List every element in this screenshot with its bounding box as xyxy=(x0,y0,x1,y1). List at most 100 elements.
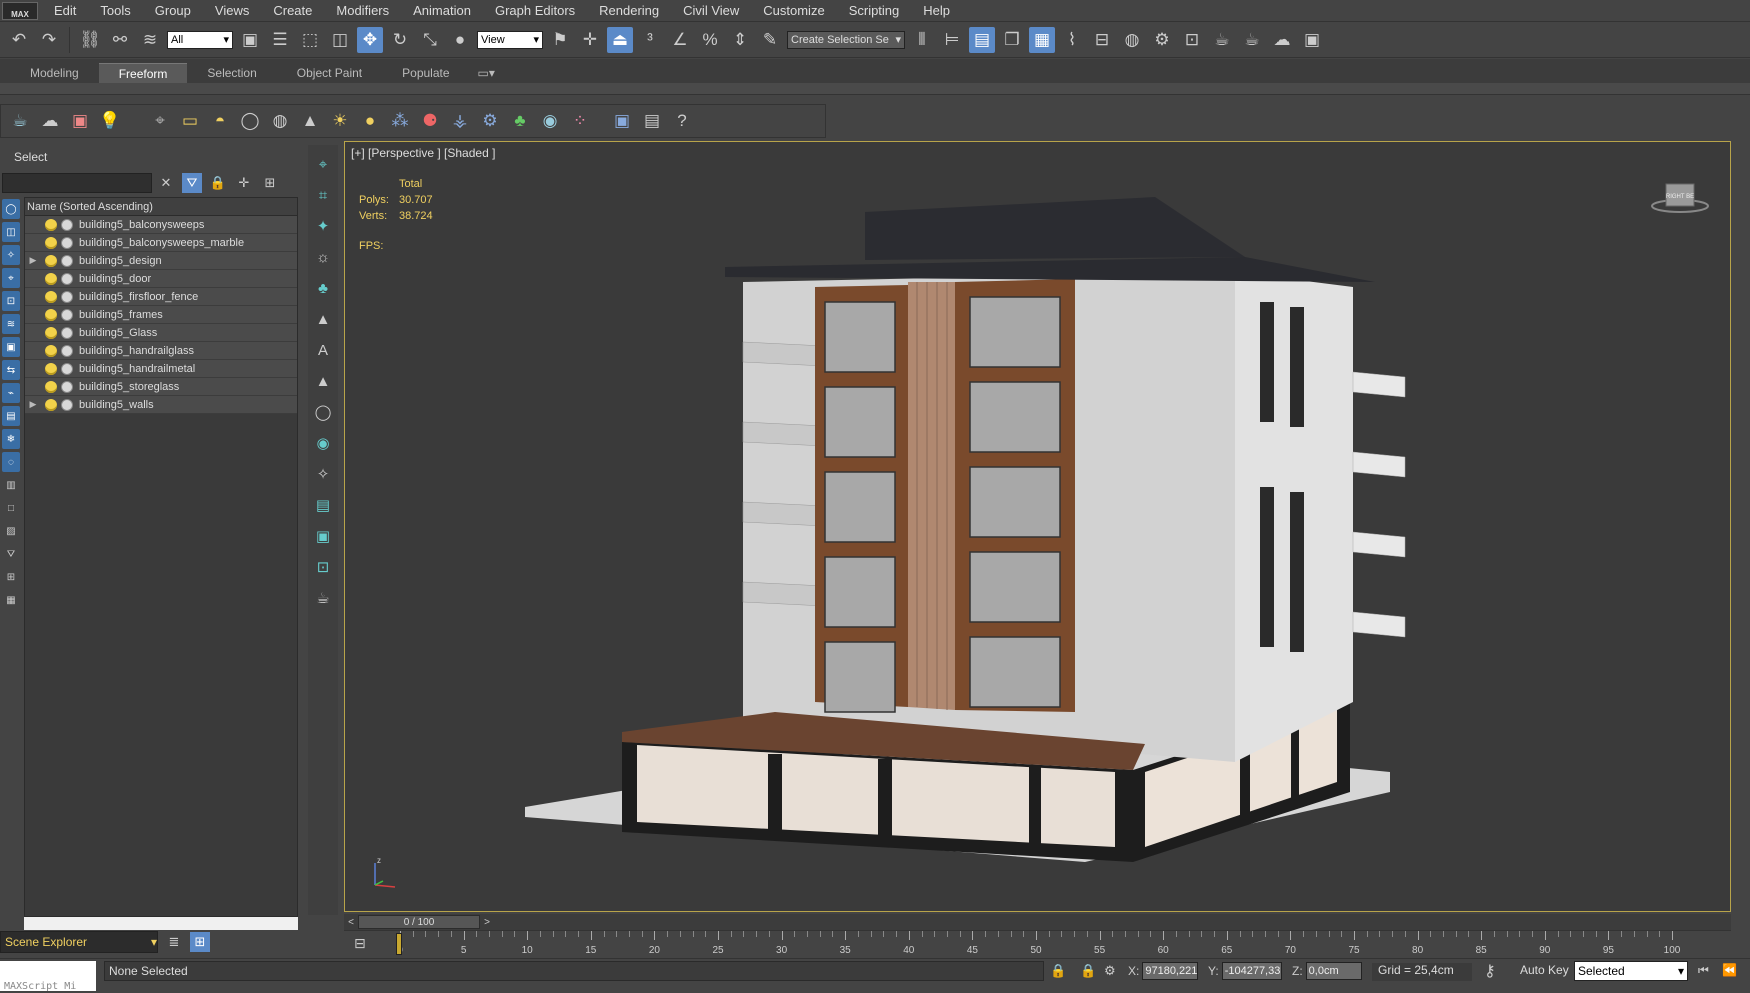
light-icon[interactable]: 💡 xyxy=(97,108,123,134)
select-children-icon[interactable]: ⊞ xyxy=(260,173,280,193)
lock-selection-icon[interactable]: 🔒 xyxy=(1050,963,1066,979)
material-palette-icon[interactable]: ⁘ xyxy=(567,108,593,134)
x-field[interactable]: 97180,221 xyxy=(1142,962,1199,980)
render-iterative-icon[interactable]: ☕ xyxy=(1239,27,1265,53)
auto-key-button[interactable]: Auto Key xyxy=(1520,963,1569,977)
frame-icon[interactable]: ▣ xyxy=(312,525,334,547)
add-icon[interactable]: ✛ xyxy=(234,173,254,193)
named-selection-sets-dropdown[interactable]: Create Selection Se ▾ xyxy=(787,30,905,49)
render-production-icon[interactable]: ☕ xyxy=(1209,27,1235,53)
display-none-icon[interactable]: □ xyxy=(2,498,20,518)
menu-graph-editors[interactable]: Graph Editors xyxy=(483,3,587,18)
light-bulb-icon[interactable] xyxy=(45,344,57,357)
window-crossing-icon[interactable]: ◫ xyxy=(327,27,353,53)
light-bulb-icon[interactable] xyxy=(45,362,57,375)
display-frozen-icon[interactable]: ❄ xyxy=(2,429,20,449)
list-item[interactable]: building5_balconysweeps xyxy=(25,216,297,234)
torus-icon[interactable]: ◯ xyxy=(312,401,334,423)
align-icon[interactable]: ⊨ xyxy=(939,27,965,53)
renderable-icon[interactable] xyxy=(61,326,73,339)
light-bulb-icon[interactable] xyxy=(45,236,57,249)
a360-gallery-icon[interactable]: ▣ xyxy=(1299,27,1325,53)
tab-freeform[interactable]: Freeform xyxy=(98,63,188,83)
toggle-scene-explorer-icon[interactable]: ▤ xyxy=(969,26,995,53)
key-filter-dropdown[interactable]: Selected ▾ xyxy=(1574,961,1688,981)
list-item[interactable]: building5_firsfloor_fence xyxy=(25,288,297,306)
display-containers-icon[interactable]: ▤ xyxy=(2,406,20,426)
reference-coordinate-dropdown[interactable]: View ▾ xyxy=(477,30,543,49)
perspective-viewport[interactable]: [+] [Perspective ] [Shaded ] Total Polys… xyxy=(344,141,1731,912)
sun-icon[interactable]: ☼ xyxy=(312,246,334,268)
renderable-icon[interactable] xyxy=(61,344,73,357)
image-plane-icon[interactable]: ▣ xyxy=(67,108,93,134)
select-by-name-icon[interactable]: ☰ xyxy=(267,27,293,53)
scale-icon[interactable]: ⤡ xyxy=(417,27,443,53)
select-manipulate-icon[interactable]: ✛ xyxy=(577,27,603,53)
renderable-icon[interactable] xyxy=(61,362,73,375)
help-icon[interactable]: ? xyxy=(669,108,695,134)
display-all-icon[interactable]: ▥ xyxy=(2,475,20,495)
layer-icon[interactable]: ⊞ xyxy=(2,567,20,587)
mirror-icon[interactable]: ⫴ xyxy=(909,27,935,53)
scene-explorer-dropdown[interactable]: Scene Explorer ▾ xyxy=(0,931,158,953)
unlink-icon[interactable]: ⚯ xyxy=(107,27,133,53)
snaps-toggle-icon[interactable]: ³ xyxy=(637,27,663,53)
previous-key-icon[interactable]: ⏪ xyxy=(1722,963,1737,977)
renderable-icon[interactable] xyxy=(61,290,73,303)
list-item[interactable]: building5_storeglass xyxy=(25,378,297,396)
menu-customize[interactable]: Customize xyxy=(751,3,836,18)
filter-icon[interactable]: ⛛ xyxy=(182,173,202,193)
text-icon[interactable]: A xyxy=(312,339,334,361)
display-hidden-icon[interactable]: ◌ xyxy=(2,452,20,472)
plane-icon[interactable]: ▭ xyxy=(177,108,203,134)
cone-icon[interactable]: ▲ xyxy=(312,308,334,330)
columns-icon[interactable]: ▦ xyxy=(2,590,20,610)
material-editor-icon[interactable]: ◍ xyxy=(1119,27,1145,53)
sort-by-layer-icon[interactable]: ≣ xyxy=(164,932,184,952)
menu-civil-view[interactable]: Civil View xyxy=(671,3,751,18)
expand-arrow-icon[interactable]: ▶ xyxy=(25,255,41,266)
spinner-snap-icon[interactable]: ⇕ xyxy=(727,27,753,53)
mini-curve-editor-icon[interactable]: ⊟ xyxy=(354,935,376,953)
display-spacewarps-icon[interactable]: ≋ xyxy=(2,314,20,334)
menu-modifiers[interactable]: Modifiers xyxy=(324,3,401,18)
gear-icon[interactable]: ⚙ xyxy=(477,108,503,134)
render-frame-icon[interactable]: ▣ xyxy=(609,108,635,134)
clear-search-icon[interactable]: ✕ xyxy=(156,173,176,193)
previous-frame-icon[interactable]: < xyxy=(344,915,358,929)
light-bulb-icon[interactable] xyxy=(45,290,57,303)
material-sphere-icon[interactable]: ◉ xyxy=(537,108,563,134)
ribbon-options-icon[interactable]: ▭▾ xyxy=(470,63,503,83)
cloud-icon[interactable]: ☁ xyxy=(37,108,63,134)
renderable-icon[interactable] xyxy=(61,380,73,393)
camera-icon[interactable]: ⌖ xyxy=(312,153,334,175)
maxscript-listener[interactable]: MAXScript Mi xyxy=(0,961,96,991)
display-shapes-icon[interactable]: ◫ xyxy=(2,222,20,242)
app-logo[interactable]: MAX xyxy=(2,1,38,20)
display-xrefs-icon[interactable]: ⇆ xyxy=(2,360,20,380)
menu-animation[interactable]: Animation xyxy=(401,3,483,18)
expand-arrow-icon[interactable]: ▶ xyxy=(25,399,41,410)
light-bulb-icon[interactable] xyxy=(45,272,57,285)
selection-filter-dropdown[interactable]: All ▾ xyxy=(167,30,233,49)
group-icon[interactable] xyxy=(61,398,73,411)
hemisphere-icon[interactable]: ◓ xyxy=(207,108,233,134)
curve-editor-icon[interactable]: ⌇ xyxy=(1059,27,1085,53)
display-groups-icon[interactable]: ▣ xyxy=(2,337,20,357)
list-item[interactable]: building5_handrailmetal xyxy=(25,360,297,378)
render-in-cloud-icon[interactable]: ☁ xyxy=(1269,27,1295,53)
camera-icon[interactable]: ⌖ xyxy=(147,108,173,134)
display-invert-icon[interactable]: ▨ xyxy=(2,521,20,541)
menu-scripting[interactable]: Scripting xyxy=(837,3,912,18)
z-field[interactable]: 0,0cm xyxy=(1305,962,1362,980)
teapot-icon[interactable]: ☕ xyxy=(312,587,334,609)
display-bones-icon[interactable]: ⌁ xyxy=(2,383,20,403)
toggle-ribbon-icon[interactable]: ▦ xyxy=(1029,26,1055,53)
menu-views[interactable]: Views xyxy=(203,3,261,18)
sphere-icon[interactable]: ◯ xyxy=(237,108,263,134)
rotate-icon[interactable]: ↻ xyxy=(387,27,413,53)
free-camera-icon[interactable]: ⌗ xyxy=(312,184,334,206)
target-icon[interactable]: ⊡ xyxy=(312,556,334,578)
pivot-center-icon[interactable]: ⚑ xyxy=(547,27,573,53)
bulb-icon[interactable]: ✧ xyxy=(312,463,334,485)
